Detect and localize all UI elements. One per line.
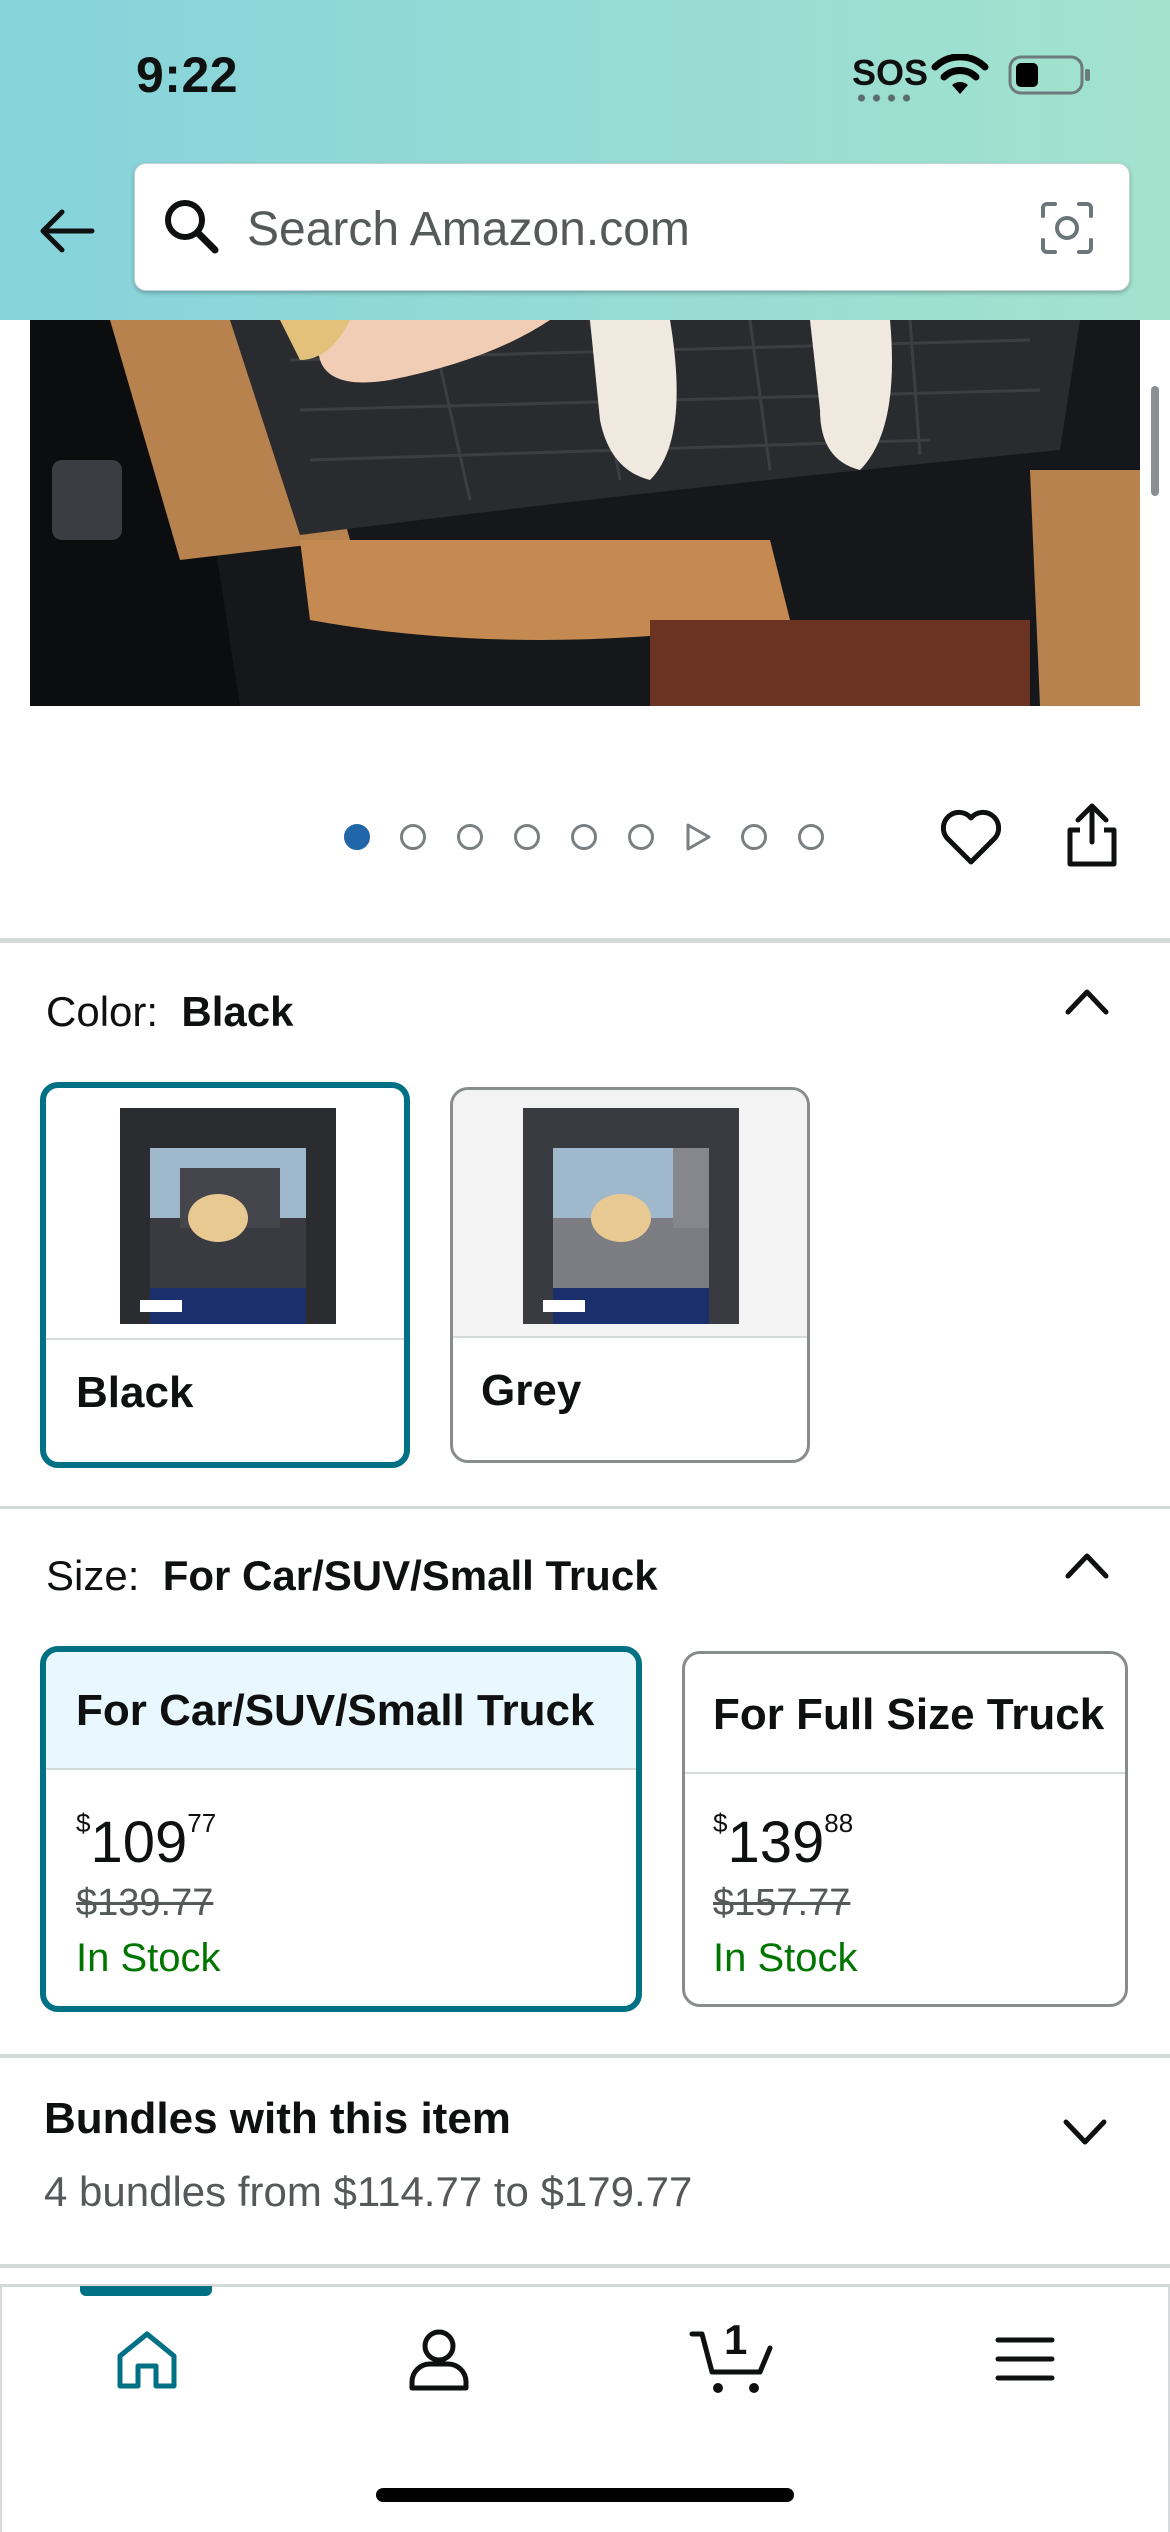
black-cover-thumbnail (120, 1108, 336, 1324)
carousel-dot[interactable] (400, 824, 426, 850)
swatch-thumb-area (453, 1090, 807, 1336)
size-selected-value: For Car/SUV/Small Truck (162, 1552, 658, 1599)
swatch-separator (453, 1336, 807, 1338)
size-option-separator (46, 1768, 636, 1770)
signal-dots-icon (854, 94, 916, 102)
price-fraction: 77 (187, 1808, 217, 1838)
size-option-car-suv[interactable]: For Car/SUV/Small Truck $10977 $139.77 I… (40, 1646, 642, 2012)
size-option-header: For Full Size Truck (685, 1654, 1125, 1772)
price-fraction: 88 (824, 1808, 854, 1838)
bundles-subtitle: 4 bundles from $114.77 to $179.77 (44, 2168, 693, 2215)
search-placeholder: Search Amazon.com (247, 203, 690, 256)
grey-cover-thumbnail (523, 1108, 739, 1324)
price-currency: $ (713, 1808, 728, 1838)
price-whole: 109 (90, 1810, 188, 1875)
stock-status: In Stock (713, 1936, 858, 1980)
section-divider (0, 2054, 1170, 2058)
home-icon[interactable] (112, 2326, 182, 2396)
bundles-title[interactable]: Bundles with this item (44, 2094, 511, 2144)
back-arrow-icon[interactable] (36, 200, 98, 262)
carousel-dot-active[interactable] (344, 824, 370, 850)
swatch-separator (46, 1338, 404, 1340)
list-price: $139.77 (76, 1882, 214, 1924)
carousel-dot[interactable] (571, 824, 597, 850)
stock-status: In Stock (76, 1936, 221, 1980)
cart-count-badge: 1 (724, 2316, 748, 2363)
home-indicator[interactable] (376, 2488, 794, 2502)
search-icon (165, 200, 219, 254)
status-time: 9:22 (136, 47, 239, 103)
section-divider (0, 1506, 1170, 1509)
section-divider (0, 938, 1170, 943)
size-option-name: For Full Size Truck (713, 1690, 1105, 1739)
price: $13988 (713, 1808, 853, 1876)
swatch-thumb-area (46, 1088, 404, 1338)
size-option-header: For Car/SUV/Small Truck (46, 1652, 636, 1768)
battery-icon (1008, 55, 1090, 95)
product-photo (30, 320, 1140, 706)
size-label-row: Size: For Car/SUV/Small Truck (46, 1552, 658, 1600)
color-option-label: Grey (481, 1366, 582, 1415)
color-label: Color: (46, 988, 159, 1035)
carousel-dot[interactable] (741, 824, 767, 850)
product-image[interactable] (30, 320, 1140, 706)
carousel-dot[interactable] (457, 824, 483, 850)
sos-indicator: SOS (852, 52, 929, 93)
menu-icon[interactable] (990, 2324, 1060, 2394)
section-divider (0, 2264, 1170, 2268)
account-icon[interactable] (404, 2324, 474, 2394)
color-selected-value: Black (181, 988, 294, 1035)
wishlist-heart-icon[interactable] (938, 806, 1004, 868)
carousel-dot[interactable] (514, 824, 540, 850)
price-whole: 139 (727, 1810, 825, 1875)
list-price: $157.77 (713, 1882, 851, 1924)
size-option-separator (685, 1772, 1125, 1774)
chevron-up-icon[interactable] (1064, 986, 1110, 1016)
size-label: Size: (46, 1552, 140, 1599)
color-label-row: Color: Black (46, 988, 293, 1036)
carousel-dot[interactable] (628, 824, 654, 850)
camera-search-icon[interactable] (1037, 198, 1097, 258)
nav-active-indicator (80, 2286, 212, 2296)
wifi-icon (931, 54, 989, 94)
color-option-label: Black (76, 1368, 194, 1417)
chevron-down-icon[interactable] (1062, 2118, 1108, 2148)
color-option-grey[interactable]: Grey (450, 1087, 810, 1463)
color-option-black[interactable]: Black (40, 1082, 410, 1468)
size-option-name: For Car/SUV/Small Truck (76, 1686, 595, 1735)
video-play-icon[interactable] (683, 822, 713, 852)
size-option-full-size-truck[interactable]: For Full Size Truck $13988 $157.77 In St… (682, 1651, 1128, 2007)
price-currency: $ (76, 1808, 91, 1838)
search-input[interactable]: Search Amazon.com (134, 163, 1130, 291)
share-icon[interactable] (1064, 802, 1120, 868)
carousel-dot[interactable] (798, 824, 824, 850)
scrollbar[interactable] (1151, 386, 1159, 496)
price: $10977 (76, 1808, 216, 1876)
header: 9:22 SOS Search Amazon.com (0, 0, 1170, 320)
chevron-up-icon[interactable] (1064, 1550, 1110, 1580)
